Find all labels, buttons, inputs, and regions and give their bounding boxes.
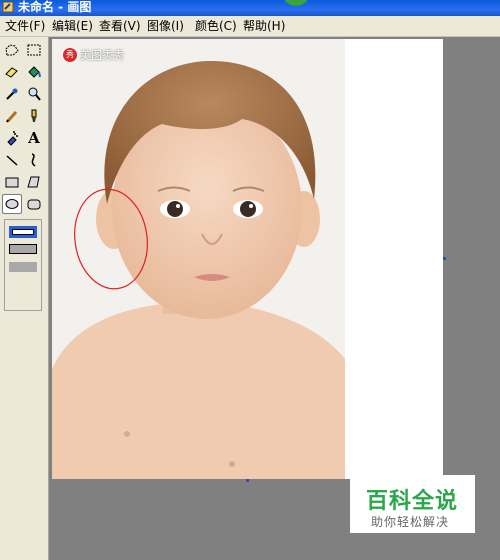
- magnifier-tool[interactable]: [24, 84, 44, 104]
- decorative-blob: [282, 0, 310, 6]
- fill-icon: [28, 66, 41, 78]
- rectangle-icon: [5, 177, 19, 188]
- meitu-badge-icon: 秀: [63, 48, 77, 62]
- menu-edit[interactable]: 编辑(E): [50, 18, 95, 34]
- polygon-tool[interactable]: [24, 172, 44, 192]
- eraser-tool[interactable]: [2, 62, 22, 82]
- text-icon: A: [28, 129, 40, 147]
- color-picker-icon: [6, 88, 18, 100]
- eraser-icon: [5, 67, 18, 78]
- ellipse-icon: [5, 199, 19, 209]
- paint-app-icon: [2, 1, 14, 13]
- title-bar[interactable]: 未命名 - 画图: [0, 0, 500, 16]
- magnifier-icon: [28, 87, 41, 101]
- toolbox: A: [0, 37, 49, 560]
- option-outline-fill[interactable]: [9, 244, 37, 254]
- brush-icon: [31, 109, 37, 122]
- window-title: 未命名 - 画图: [18, 0, 92, 14]
- ellipse-tool[interactable]: [2, 194, 22, 214]
- airbrush-icon: [7, 131, 18, 146]
- menu-help[interactable]: 帮助(H): [241, 18, 287, 34]
- baike-logo-tagline: 助你轻松解决: [371, 515, 450, 529]
- curve-icon: [31, 153, 36, 167]
- fill-style-options: [4, 219, 42, 311]
- rect-select-tool[interactable]: [24, 40, 44, 60]
- color-picker-tool[interactable]: [2, 84, 22, 104]
- pencil-tool[interactable]: [2, 106, 22, 126]
- rounded-rect-tool[interactable]: [24, 194, 44, 214]
- option-fill-only[interactable]: [9, 262, 37, 272]
- airbrush-tool[interactable]: [2, 128, 22, 148]
- menu-bar: 文件(F) 编辑(E) 查看(V) 图像(I) 颜色(C) 帮助(H): [0, 16, 500, 37]
- option-outline-only[interactable]: [9, 226, 37, 238]
- line-tool[interactable]: [2, 150, 22, 170]
- free-select-icon: [5, 44, 19, 56]
- pencil-icon: [6, 111, 18, 123]
- menu-image[interactable]: 图像(I): [145, 18, 186, 34]
- free-select-tool[interactable]: [2, 40, 22, 60]
- menu-view[interactable]: 查看(V): [97, 18, 143, 34]
- curve-tool[interactable]: [24, 150, 44, 170]
- text-tool[interactable]: A: [24, 128, 44, 148]
- menu-colors[interactable]: 颜色(C): [193, 18, 239, 34]
- meitu-watermark: 美图秀秀: [80, 49, 124, 62]
- baike-logo: 百科全说 助你轻松解决: [350, 475, 475, 533]
- rectangle-tool[interactable]: [2, 172, 22, 192]
- rounded-rect-icon: [27, 199, 41, 210]
- red-ellipse-annotation: [74, 188, 148, 290]
- line-icon: [6, 155, 18, 166]
- resize-handle-bottom[interactable]: [246, 479, 249, 482]
- brush-tool[interactable]: [24, 106, 44, 126]
- fill-tool[interactable]: [24, 62, 44, 82]
- polygon-icon: [27, 176, 40, 188]
- rect-select-icon: [27, 44, 41, 56]
- resize-handle-right[interactable]: [443, 257, 446, 260]
- menu-file[interactable]: 文件(F): [3, 18, 47, 34]
- baike-logo-title: 百科全说: [366, 489, 459, 514]
